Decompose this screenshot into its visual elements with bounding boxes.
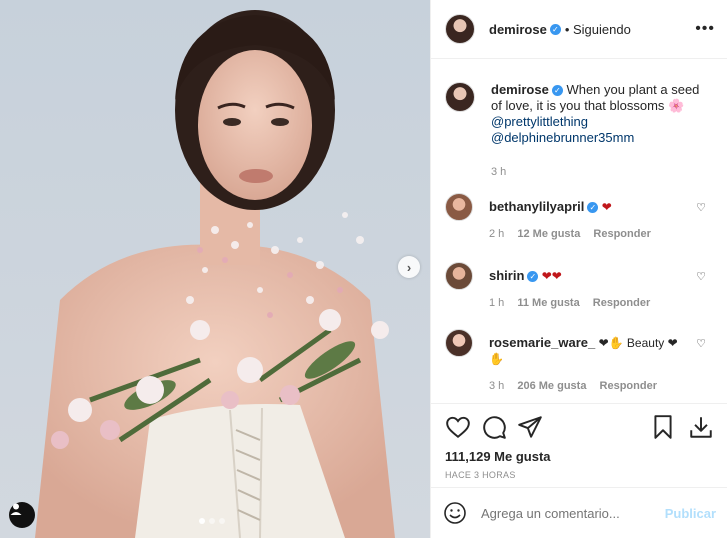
post-photo[interactable]: › (0, 0, 430, 538)
share-icon[interactable] (517, 414, 543, 440)
reply-button[interactable]: Responder (600, 380, 657, 392)
caption-time: 3 h (491, 166, 507, 178)
reply-button[interactable]: Responder (593, 228, 650, 240)
mention-link[interactable]: @prettylittlething (491, 114, 713, 130)
likes-count[interactable]: 111,129 Me gusta (445, 449, 714, 464)
author-avatar[interactable] (445, 82, 475, 112)
caption-username[interactable]: demirose (491, 82, 549, 97)
commenter-username[interactable]: shirin (489, 268, 524, 283)
follow-status-label: Siguiendo (572, 21, 631, 37)
author-avatar[interactable] (445, 14, 475, 44)
heart-icon[interactable]: ♡ (696, 270, 706, 283)
verified-icon: ✓ (587, 202, 599, 214)
next-photo-button[interactable]: › (398, 256, 420, 278)
verified-icon: ✓ (527, 271, 539, 283)
comment-item: rosemarie_ware_ ❤✋ Beauty ❤ ✋ 3 h 206 Me… (431, 329, 727, 394)
commenter-avatar[interactable] (445, 262, 473, 290)
verified-icon: ✓ (551, 85, 563, 97)
post-header: demirose ✓ • Siguiendo ••• (431, 0, 727, 59)
carousel-dot (209, 518, 215, 524)
comment-time: 2 h (489, 228, 505, 240)
comment-time: 1 h (489, 297, 505, 309)
comment-text: ❤ (601, 200, 612, 214)
post-timestamp: HACE 3 HORAS (445, 470, 516, 480)
comment-input[interactable] (481, 505, 665, 521)
comment-likes[interactable]: 11 Me gusta (517, 297, 579, 309)
bookmark-icon[interactable] (650, 414, 676, 440)
emoji-icon[interactable] (443, 501, 467, 525)
follow-status[interactable]: • Siguiendo (565, 22, 631, 37)
photo-illustration (0, 0, 430, 538)
download-icon[interactable] (688, 414, 714, 440)
publish-button[interactable]: Publicar (665, 506, 716, 521)
carousel-dot (219, 518, 225, 524)
author-username[interactable]: demirose (489, 22, 547, 37)
comment-likes[interactable]: 206 Me gusta (517, 380, 586, 392)
comment-icon[interactable] (481, 414, 507, 440)
comment-item: bethanylilyapril ✓ ❤ 2 h 12 Me gusta Resp… (431, 193, 727, 242)
carousel-indicator (199, 518, 225, 524)
commenter-avatar[interactable] (445, 193, 473, 221)
more-icon[interactable]: ••• (695, 20, 715, 38)
user-tag-button[interactable] (9, 502, 35, 528)
reply-button[interactable]: Responder (593, 297, 650, 309)
chevron-right-icon: › (406, 259, 412, 275)
mention-link[interactable]: @delphinebrunner35mm (491, 130, 713, 146)
comment-likes[interactable]: 12 Me gusta (517, 228, 580, 240)
comments-list[interactable]: demirose ✓ When you plant a seed of love,… (431, 60, 727, 403)
carousel-dot (199, 518, 205, 524)
comment-item: shirin ✓ ❤❤ 1 h 11 Me gusta Responder ♡ (431, 262, 727, 311)
commenter-username[interactable]: rosemarie_ware_ (489, 335, 595, 350)
verified-icon: ✓ (549, 23, 561, 35)
commenter-username[interactable]: bethanylilyapril (489, 199, 584, 214)
comment-composer: Publicar (431, 487, 727, 538)
heart-icon[interactable]: ♡ (696, 201, 706, 214)
comment-time: 3 h (489, 380, 505, 392)
heart-icon[interactable]: ♡ (696, 337, 706, 350)
user-tag-icon (10, 503, 22, 515)
post-side-panel: demirose ✓ • Siguiendo ••• demirose ✓ Whe… (430, 0, 727, 538)
post-caption: demirose ✓ When you plant a seed of love,… (431, 60, 727, 180)
heart-icon[interactable] (445, 414, 471, 440)
commenter-avatar[interactable] (445, 329, 473, 357)
comment-text: ❤❤ (541, 269, 562, 283)
action-bar: 111,129 Me gusta HACE 3 HORAS (431, 403, 727, 480)
